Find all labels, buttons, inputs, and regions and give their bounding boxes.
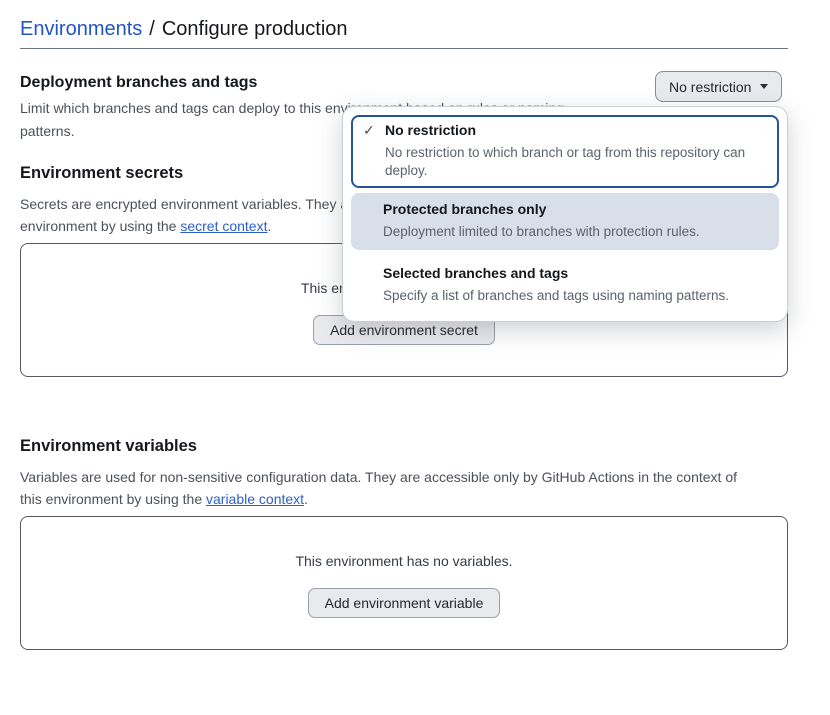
variables-empty-text: This environment has no variables. xyxy=(295,553,512,570)
variables-section-heading: Environment variables xyxy=(20,437,197,456)
breadcrumb: Environments / Configure production xyxy=(20,15,788,43)
breadcrumb-link-environments[interactable]: Environments xyxy=(20,18,142,40)
add-environment-variable-button[interactable]: Add environment variable xyxy=(308,588,501,618)
menu-item-title: Protected branches only xyxy=(383,200,769,219)
secret-context-link[interactable]: secret context xyxy=(180,218,267,234)
page-title: Configure production xyxy=(162,18,348,40)
variable-context-link[interactable]: variable context xyxy=(206,491,304,507)
variables-section-description: Variables are used for non-sensitive con… xyxy=(20,467,786,510)
variables-description-line1: Variables are used for non-sensitive con… xyxy=(20,469,737,485)
variables-empty-box: This environment has no variables. Add e… xyxy=(20,516,788,650)
variables-description-line2: this environment by using the xyxy=(20,491,206,507)
breadcrumb-separator: / xyxy=(149,18,155,40)
restriction-select-button[interactable]: No restriction xyxy=(655,71,782,102)
restriction-select-label: No restriction xyxy=(669,79,751,95)
secrets-description-line2: environment by using the xyxy=(20,218,180,234)
menu-item-description: Deployment limited to branches with prot… xyxy=(383,223,769,241)
deployment-section-heading: Deployment branches and tags xyxy=(20,74,257,92)
menu-item-protected-branches-only[interactable]: Protected branches only Deployment limit… xyxy=(351,193,779,250)
menu-item-no-restriction[interactable]: ✓ No restriction No restriction to which… xyxy=(351,115,779,188)
triangle-down-icon xyxy=(760,84,768,89)
menu-item-title: No restriction xyxy=(385,121,476,140)
menu-item-description: Specify a list of branches and tags usin… xyxy=(383,287,769,305)
header-divider xyxy=(20,48,788,49)
secrets-section-heading: Environment secrets xyxy=(20,164,183,183)
menu-item-description: No restriction to which branch or tag fr… xyxy=(385,144,767,180)
menu-item-selected-branches-and-tags[interactable]: Selected branches and tags Specify a lis… xyxy=(351,256,779,313)
restriction-dropdown-menu: ✓ No restriction No restriction to which… xyxy=(342,106,788,322)
menu-item-title: Selected branches and tags xyxy=(383,264,769,283)
check-icon: ✓ xyxy=(363,121,377,140)
